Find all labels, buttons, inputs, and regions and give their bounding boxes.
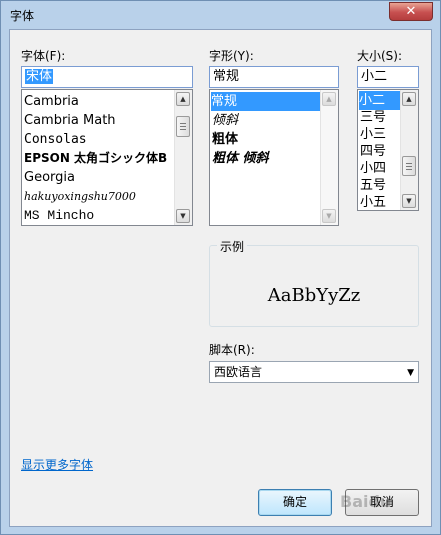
- style-list-item[interactable]: 常规: [211, 92, 320, 111]
- scroll-up-icon[interactable]: ▲: [176, 92, 190, 106]
- chevron-down-icon: ▼: [407, 368, 414, 378]
- font-input-value: 宋体: [25, 69, 54, 84]
- close-button[interactable]: ✕: [389, 2, 433, 21]
- show-more-fonts-link[interactable]: 显示更多字体: [21, 456, 93, 473]
- font-list-item[interactable]: Cambria Math: [24, 111, 116, 130]
- font-list-item[interactable]: Cambria: [24, 92, 79, 111]
- font-input[interactable]: 宋体: [21, 66, 193, 88]
- ok-button[interactable]: 确定: [258, 489, 332, 516]
- font-list-scrollbar[interactable]: ▲ ▼: [174, 90, 192, 225]
- font-label: 字体(F):: [21, 49, 66, 63]
- script-label: 脚本(R):: [209, 343, 255, 357]
- font-list-item[interactable]: Georgia: [24, 168, 75, 187]
- size-list-item[interactable]: 小五: [360, 193, 386, 210]
- size-label: 大小(S):: [357, 49, 403, 63]
- title-bar[interactable]: 字体 ✕: [1, 1, 440, 29]
- scroll-up-icon: ▲: [322, 92, 336, 106]
- scroll-down-icon[interactable]: ▼: [176, 209, 190, 223]
- scroll-thumb[interactable]: [402, 156, 416, 176]
- dialog-body: 字体(F): 宋体 Cambria Cambria Math Consolas …: [9, 29, 432, 527]
- style-list[interactable]: 常规 倾斜 粗体 粗体 倾斜 ▲ ▼: [209, 89, 339, 226]
- style-input[interactable]: 常规: [209, 66, 339, 88]
- style-list-item[interactable]: 粗体 倾斜: [212, 149, 269, 168]
- size-input[interactable]: 小二: [357, 66, 419, 88]
- font-list[interactable]: Cambria Cambria Math Consolas EPSON 太角ゴシ…: [21, 89, 193, 226]
- close-icon: ✕: [405, 4, 417, 19]
- style-list-scrollbar[interactable]: ▲ ▼: [320, 90, 338, 225]
- sample-preview: AaBbYyZz: [267, 285, 361, 306]
- style-list-item[interactable]: 倾斜: [212, 111, 238, 130]
- scroll-up-icon[interactable]: ▲: [402, 92, 416, 106]
- font-list-item[interactable]: Consolas: [24, 130, 87, 149]
- script-select[interactable]: 西欧语言 ▼: [209, 361, 419, 383]
- font-list-item[interactable]: EPSON 太角ゴシック体B: [24, 149, 167, 168]
- font-dialog: 字体 ✕ 字体(F): 宋体 Cambria Cambria Math Cons…: [0, 0, 441, 535]
- script-select-value: 西欧语言: [214, 365, 263, 379]
- scroll-down-icon: ▼: [322, 209, 336, 223]
- scroll-thumb[interactable]: [176, 116, 190, 137]
- sample-label: 示例: [217, 238, 248, 255]
- font-list-item[interactable]: MS Mincho: [24, 206, 94, 225]
- style-label: 字形(Y):: [209, 49, 254, 63]
- scroll-down-icon[interactable]: ▼: [402, 194, 416, 208]
- font-list-item[interactable]: hakuyoxingshu7000: [24, 187, 136, 206]
- style-list-item[interactable]: 粗体: [212, 130, 238, 149]
- size-list-scrollbar[interactable]: ▲ ▼: [400, 90, 418, 210]
- watermark: Baidu: [340, 492, 392, 511]
- size-list[interactable]: 小二 三号 小三 四号 小四 五号 小五 ▲ ▼: [357, 89, 419, 211]
- dialog-title: 字体: [10, 9, 35, 23]
